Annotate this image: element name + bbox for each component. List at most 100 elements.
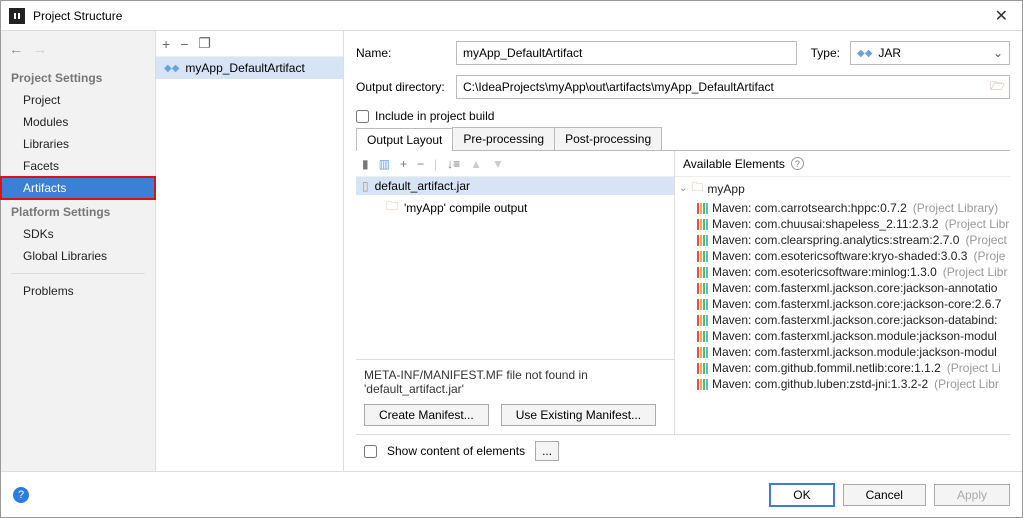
- use-manifest-button[interactable]: Use Existing Manifest...: [501, 404, 656, 426]
- help-button[interactable]: ?: [13, 487, 29, 503]
- library-icon: [697, 267, 708, 278]
- available-library-item[interactable]: Maven: com.clearspring.analytics:stream:…: [675, 232, 1010, 248]
- library-icon: [697, 347, 708, 358]
- available-library-item[interactable]: Maven: com.github.luben:zstd-jni:1.3.2-2…: [675, 376, 1010, 392]
- library-icon: [697, 379, 708, 390]
- available-library-item[interactable]: Maven: com.fasterxml.jackson.core:jackso…: [675, 280, 1010, 296]
- library-label: Maven: com.fasterxml.jackson.module:jack…: [712, 329, 997, 343]
- new-file-icon[interactable]: ▥: [379, 157, 390, 171]
- library-icon: [697, 219, 708, 230]
- available-header: Available Elements: [683, 157, 785, 171]
- name-input[interactable]: [456, 41, 797, 65]
- new-folder-icon[interactable]: ▮: [362, 157, 369, 171]
- archive-icon: ▯: [362, 179, 369, 193]
- library-icon: [697, 235, 708, 246]
- output-layout-panel: ▮ ▥ + − | ↓≡ ▲ ▼ ▯ default_artifact.jar: [356, 151, 675, 434]
- sidebar-item-problems[interactable]: Problems: [1, 280, 155, 302]
- include-build-checkbox[interactable]: [356, 110, 369, 123]
- sidebar-item-facets[interactable]: Facets: [1, 155, 155, 177]
- library-label: Maven: com.esotericsoftware:minlog:1.3.0: [712, 265, 937, 279]
- name-label: Name:: [356, 46, 456, 60]
- down-icon[interactable]: ▼: [492, 157, 504, 171]
- remove-icon[interactable]: −: [417, 157, 424, 171]
- module-output-icon: 🗀: [386, 197, 398, 218]
- library-suffix: (Project Libr: [945, 217, 1010, 231]
- available-library-item[interactable]: Maven: com.fasterxml.jackson.module:jack…: [675, 328, 1010, 344]
- create-manifest-button[interactable]: Create Manifest...: [364, 404, 489, 426]
- copy-artifact-icon[interactable]: ❐: [198, 35, 211, 52]
- library-suffix: (Project Library): [913, 201, 998, 215]
- available-library-item[interactable]: Maven: com.fasterxml.jackson.core:jackso…: [675, 296, 1010, 312]
- layout-tree-item[interactable]: 🗀 'myApp' compile output: [356, 195, 674, 220]
- window-title: Project Structure: [33, 9, 989, 23]
- ok-button[interactable]: OK: [769, 483, 834, 507]
- tab-pre-processing[interactable]: Pre-processing: [452, 127, 555, 150]
- sort-icon[interactable]: ↓≡: [447, 157, 460, 171]
- library-label: Maven: com.esotericsoftware:kryo-shaded:…: [712, 249, 967, 263]
- remove-artifact-icon[interactable]: −: [180, 36, 188, 52]
- available-library-item[interactable]: Maven: com.esotericsoftware:minlog:1.3.0…: [675, 264, 1010, 280]
- add-copy-icon[interactable]: +: [400, 157, 407, 171]
- layout-tree-root[interactable]: ▯ default_artifact.jar: [356, 177, 674, 195]
- nav-forward-icon[interactable]: →: [33, 41, 47, 57]
- show-content-checkbox[interactable]: [364, 445, 377, 458]
- library-label: Maven: com.github.fommil.netlib:core:1.1…: [712, 361, 941, 375]
- sidebar-section-project: Project Settings: [1, 65, 155, 89]
- nav-back-icon[interactable]: ←: [9, 41, 23, 57]
- artifact-list-panel: + − ❐ ◆◆ myApp_DefaultArtifact: [156, 31, 344, 471]
- outdir-field[interactable]: C:\IdeaProjects\myApp\out\artifacts\myAp…: [456, 75, 1010, 99]
- library-suffix: (Project Libr: [943, 265, 1008, 279]
- jar-icon: ◆◆: [857, 48, 872, 59]
- sidebar-item-sdks[interactable]: SDKs: [1, 223, 155, 245]
- close-icon[interactable]: ✕: [989, 6, 1014, 26]
- up-icon[interactable]: ▲: [470, 157, 482, 171]
- library-suffix: (Proje: [973, 249, 1005, 263]
- artifact-list-item-label: myApp_DefaultArtifact: [185, 61, 304, 75]
- library-label: Maven: com.github.luben:zstd-jni:1.3.2-2: [712, 377, 928, 391]
- layout-root-label: default_artifact.jar: [375, 179, 470, 193]
- library-icon: [697, 299, 708, 310]
- main-panel: Name: Type: ◆◆ JAR Output directory: C:\…: [344, 31, 1022, 471]
- tab-output-layout[interactable]: Output Layout: [356, 128, 453, 151]
- sidebar-item-global-libraries[interactable]: Global Libraries: [1, 245, 155, 267]
- sidebar-item-artifacts[interactable]: Artifacts: [1, 177, 155, 199]
- library-label: Maven: com.fasterxml.jackson.module:jack…: [712, 345, 997, 359]
- tabs: Output Layout Pre-processing Post-proces…: [356, 127, 1010, 151]
- show-content-options-button[interactable]: ...: [535, 441, 559, 461]
- library-label: Maven: com.carrotsearch:hppc:0.7.2: [712, 201, 907, 215]
- sidebar-item-libraries[interactable]: Libraries: [1, 133, 155, 155]
- outdir-label: Output directory:: [356, 80, 456, 94]
- outdir-value: C:\IdeaProjects\myApp\out\artifacts\myAp…: [463, 80, 774, 94]
- library-label: Maven: com.clearspring.analytics:stream:…: [712, 233, 959, 247]
- sidebar-item-modules[interactable]: Modules: [1, 111, 155, 133]
- type-select[interactable]: ◆◆ JAR: [850, 41, 1010, 65]
- available-library-item[interactable]: Maven: com.esotericsoftware:kryo-shaded:…: [675, 248, 1010, 264]
- apply-button[interactable]: Apply: [934, 484, 1010, 506]
- tab-post-processing[interactable]: Post-processing: [554, 127, 662, 150]
- library-icon: [697, 203, 708, 214]
- show-content-label: Show content of elements: [387, 444, 525, 458]
- include-build-label: Include in project build: [375, 109, 494, 123]
- library-suffix: (Project Li: [947, 361, 1001, 375]
- available-library-item[interactable]: Maven: com.fasterxml.jackson.module:jack…: [675, 344, 1010, 360]
- titlebar: Project Structure ✕: [1, 1, 1022, 31]
- cancel-button[interactable]: Cancel: [843, 484, 926, 506]
- sidebar-item-project[interactable]: Project: [1, 89, 155, 111]
- available-library-item[interactable]: Maven: com.github.fommil.netlib:core:1.1…: [675, 360, 1010, 376]
- available-root[interactable]: ⌄🗀myApp: [675, 177, 1010, 200]
- add-artifact-icon[interactable]: +: [162, 36, 170, 52]
- available-elements-panel: Available Elements ? ⌄🗀myApp Maven: com.…: [675, 151, 1010, 434]
- type-label: Type:: [811, 46, 840, 60]
- library-suffix: (Project Libr: [934, 377, 999, 391]
- available-library-item[interactable]: Maven: com.fasterxml.jackson.core:jackso…: [675, 312, 1010, 328]
- layout-item-label: 'myApp' compile output: [404, 201, 527, 215]
- browse-folder-icon[interactable]: 🗁: [990, 77, 1005, 98]
- type-select-value: JAR: [878, 46, 901, 60]
- help-icon[interactable]: ?: [791, 157, 804, 170]
- available-library-item[interactable]: Maven: com.chuusai:shapeless_2.11:2.3.2 …: [675, 216, 1010, 232]
- library-label: Maven: com.chuusai:shapeless_2.11:2.3.2: [712, 217, 939, 231]
- artifact-list-item[interactable]: ◆◆ myApp_DefaultArtifact: [156, 57, 343, 79]
- library-icon: [697, 283, 708, 294]
- available-library-item[interactable]: Maven: com.carrotsearch:hppc:0.7.2 (Proj…: [675, 200, 1010, 216]
- jar-icon: ◆◆: [164, 63, 179, 74]
